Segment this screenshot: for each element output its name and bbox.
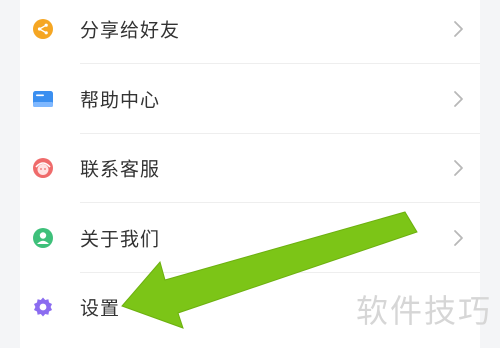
- watermark: 软件技巧: [356, 292, 493, 330]
- share-icon: [32, 18, 54, 40]
- menu-item-help-center[interactable]: 帮助中心: [20, 64, 480, 134]
- menu-item-label: 分享给好友: [80, 19, 181, 42]
- menu-item-label: 帮助中心: [80, 89, 161, 112]
- user-icon: [32, 227, 54, 249]
- menu-item-customer-service[interactable]: 联系客服: [20, 133, 480, 203]
- menu-item-share[interactable]: 分享给好友: [20, 0, 480, 64]
- menu-item-label: 联系客服: [80, 158, 161, 181]
- menu-item-about-us[interactable]: 关于我们: [20, 203, 480, 273]
- gear-icon: [32, 296, 54, 318]
- screen: 分享给好友 帮助中心 联系客服 关于我们 设置 软件技巧: [0, 0, 500, 348]
- book-icon: [32, 88, 54, 110]
- customer-service-icon: [32, 157, 54, 179]
- menu-item-label: 关于我们: [80, 228, 161, 251]
- chevron-right-icon: [452, 20, 464, 38]
- chevron-right-icon: [452, 229, 464, 247]
- menu-item-label: 设置: [80, 297, 121, 320]
- chevron-right-icon: [452, 90, 464, 108]
- chevron-right-icon: [452, 159, 464, 177]
